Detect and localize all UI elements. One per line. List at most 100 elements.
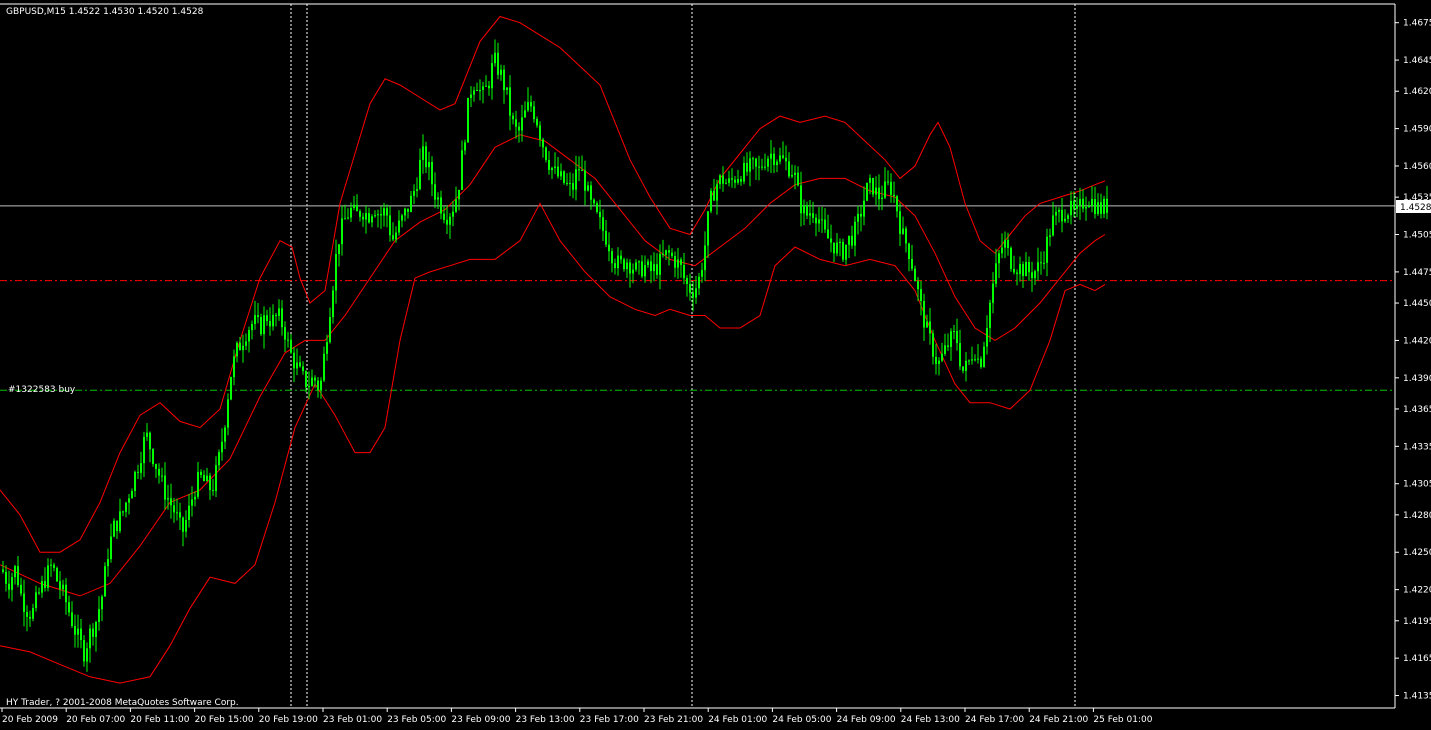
- candle-body: [353, 204, 355, 208]
- candle-body: [41, 581, 43, 593]
- candle-body: [662, 253, 664, 255]
- candle-body: [482, 86, 484, 90]
- candle-body: [860, 213, 862, 217]
- candle-body: [224, 427, 226, 442]
- candle-body: [641, 261, 643, 277]
- candle-body: [590, 185, 592, 200]
- candle-body: [518, 126, 520, 131]
- candle-body: [923, 301, 925, 328]
- x-tick-label: 25 Feb 01:00: [1093, 715, 1152, 725]
- candle-body: [407, 208, 409, 212]
- candle-body: [545, 147, 547, 160]
- candle-body: [5, 571, 7, 584]
- candle-body: [845, 244, 847, 260]
- candle-body: [2, 569, 4, 572]
- candle-body: [242, 345, 244, 351]
- candle-body: [332, 290, 334, 318]
- candle-body: [62, 584, 64, 590]
- candle-body: [164, 475, 166, 500]
- candle-body: [962, 366, 964, 371]
- candle-body: [14, 566, 16, 578]
- symbol-info: GBPUSD,M15 1.4522 1.4530 1.4520 1.4528: [6, 7, 204, 17]
- y-tick-label: 1.4135: [1403, 692, 1431, 702]
- y-tick-label: 1.4475: [1403, 268, 1431, 278]
- candle-body: [665, 250, 667, 255]
- candle-body: [284, 327, 286, 340]
- candle-body: [302, 366, 304, 372]
- price-chart[interactable]: 1.46751.46451.46201.45901.45601.45351.45…: [0, 0, 1431, 726]
- candle-body: [173, 505, 175, 513]
- x-tick-label: 24 Feb 21:00: [1029, 715, 1088, 725]
- candle-body: [1028, 262, 1030, 273]
- candle-body: [473, 90, 475, 95]
- chart-window[interactable]: 1.46751.46451.46201.45901.45601.45351.45…: [0, 0, 1431, 726]
- candle-body: [797, 172, 799, 186]
- candle-body: [272, 314, 274, 327]
- candle-body: [191, 499, 193, 506]
- candle-body: [413, 191, 415, 196]
- candle-body: [371, 216, 373, 223]
- candle-body: [452, 211, 454, 217]
- candle-body: [425, 146, 427, 168]
- candle-body: [1073, 201, 1075, 209]
- candle-body: [281, 308, 283, 328]
- candle-body: [359, 211, 361, 217]
- candle-body: [1088, 205, 1090, 207]
- candle-body: [527, 102, 529, 111]
- candle-body: [404, 208, 406, 216]
- candle-body: [326, 342, 328, 354]
- candle-body: [383, 208, 385, 216]
- candle-body: [170, 498, 172, 506]
- candle-body: [1067, 215, 1069, 219]
- candle-body: [386, 208, 388, 216]
- candle-body: [656, 264, 658, 275]
- candle-body: [329, 317, 331, 343]
- x-tick-label: 20 Feb 19:00: [259, 715, 318, 725]
- candle-body: [134, 471, 136, 491]
- candle-body: [971, 359, 973, 361]
- candle-body: [569, 183, 571, 184]
- candle-body: [434, 184, 436, 200]
- candle-body: [800, 185, 802, 214]
- candle-body: [635, 262, 637, 270]
- candle-body: [341, 218, 343, 245]
- candle-body: [113, 520, 115, 537]
- candle-body: [476, 90, 478, 91]
- candle-body: [50, 564, 52, 566]
- candle-body: [698, 276, 700, 289]
- candle-body: [1070, 201, 1072, 216]
- candle-body: [98, 609, 100, 622]
- candle-body: [836, 242, 838, 254]
- y-tick-label: 1.4220: [1403, 586, 1431, 596]
- candle-body: [695, 288, 697, 298]
- candle-body: [878, 187, 880, 200]
- y-tick-label: 1.4165: [1403, 654, 1431, 664]
- candle-body: [1058, 209, 1060, 212]
- candle-body: [599, 211, 601, 218]
- candle-body: [998, 253, 1000, 264]
- candle-body: [1094, 199, 1096, 214]
- candle-body: [218, 452, 220, 466]
- candle-body: [674, 256, 676, 268]
- candle-body: [857, 213, 859, 222]
- x-tick-label: 23 Feb 01:00: [323, 715, 382, 725]
- candle-body: [1100, 202, 1102, 214]
- candle-body: [626, 262, 628, 269]
- candle-body: [587, 185, 589, 191]
- candle-body: [737, 179, 739, 183]
- candle-body: [338, 244, 340, 254]
- candle-body: [851, 235, 853, 246]
- candle-body: [719, 175, 721, 185]
- candle-body: [203, 475, 205, 482]
- candle-body: [575, 169, 577, 190]
- candle-body: [935, 356, 937, 364]
- candle-body: [548, 160, 550, 170]
- candle-body: [44, 581, 46, 588]
- candle-body: [506, 87, 508, 90]
- candle-body: [1046, 236, 1048, 263]
- candle-body: [485, 85, 487, 87]
- candle-body: [740, 179, 742, 182]
- candle-body: [611, 251, 613, 264]
- candle-body: [107, 559, 109, 567]
- candle-body: [785, 157, 787, 162]
